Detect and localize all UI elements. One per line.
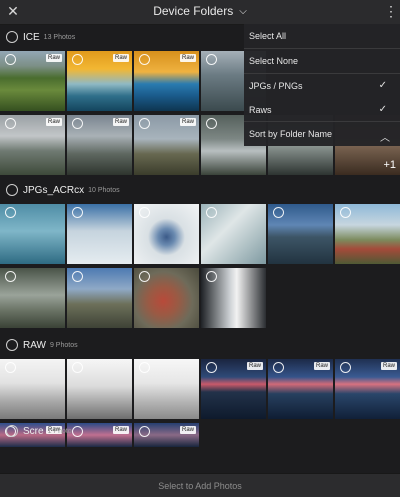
photo-thumbnail[interactable] [0, 204, 65, 264]
select-circle[interactable] [72, 271, 83, 282]
photo-thumbnail[interactable] [335, 204, 400, 264]
folder-select-circle[interactable] [6, 184, 18, 196]
menu-item-select-none[interactable]: Select None [244, 49, 400, 73]
top-bar: ✕ Device Folders ⌵ ⋮ [0, 0, 400, 25]
photo-thumbnail[interactable]: Raw [0, 51, 65, 111]
select-circle[interactable] [273, 207, 284, 218]
chevron-up-icon: ︿ [380, 133, 390, 144]
photo-thumbnail[interactable]: Raw [335, 359, 400, 419]
folder-count: 13 Photos [43, 33, 76, 41]
photo-thumbnail[interactable] [201, 204, 266, 264]
photo-thumbnail[interactable] [67, 268, 132, 328]
folder-selector[interactable]: Device Folders ⌵ [0, 4, 400, 18]
select-circle[interactable] [5, 362, 16, 373]
raw-badge: Raw [179, 54, 196, 62]
photo-thumbnail[interactable] [134, 268, 199, 328]
options-menu: Select All Select None JPGs / PNGs ✓ Raw… [244, 24, 400, 146]
photo-thumbnail[interactable] [67, 359, 132, 419]
photo-thumbnail[interactable]: Raw [134, 51, 199, 111]
more-vertical-icon[interactable]: ⋮ [384, 3, 398, 19]
raw-badge: Raw [246, 362, 263, 370]
folder-header-raw[interactable]: RAW 9 Photos [0, 333, 400, 357]
checkmark-icon: ✓ [378, 104, 387, 115]
raw-badge: Raw [112, 118, 129, 126]
raw-badge: Raw [112, 54, 129, 62]
photo-thumbnail[interactable] [201, 268, 266, 328]
select-circle[interactable] [206, 118, 217, 129]
select-circle[interactable] [72, 207, 83, 218]
menu-item-select-all[interactable]: Select All [244, 24, 400, 48]
raw-badge: Raw [45, 54, 62, 62]
photo-thumbnail[interactable]: Raw [67, 115, 132, 175]
raw-badge: Raw [380, 362, 397, 370]
folder-select-circle[interactable] [6, 31, 18, 43]
menu-item-jpgs-pngs[interactable]: JPGs / PNGs ✓ [244, 74, 400, 98]
select-circle[interactable] [273, 362, 284, 373]
checkmark-icon: ✓ [378, 80, 387, 91]
folder-count: 9 Photos [49, 341, 78, 349]
folder-name: ICE [23, 31, 40, 43]
select-circle[interactable] [72, 54, 83, 65]
add-photos-bar[interactable]: Select to Add Photos [0, 473, 400, 497]
select-circle[interactable] [5, 271, 16, 282]
select-circle[interactable] [206, 271, 217, 282]
folder-name: Scre [23, 425, 44, 437]
photo-thumbnail[interactable] [0, 359, 65, 419]
select-circle[interactable] [139, 54, 150, 65]
more-photos-count: +1 [383, 159, 396, 171]
select-circle[interactable] [139, 118, 150, 129]
folder-select-circle[interactable] [6, 425, 18, 437]
select-circle[interactable] [340, 207, 351, 218]
raw-badge: Raw [45, 118, 62, 126]
raw-badge: Raw [313, 362, 330, 370]
photo-thumbnail[interactable] [0, 268, 65, 328]
chevron-down-icon: ⌵ [239, 6, 247, 17]
folder-name: RAW [23, 339, 46, 351]
add-photos-label: Select to Add Photos [158, 480, 242, 491]
select-circle[interactable] [340, 362, 351, 373]
select-circle[interactable] [139, 271, 150, 282]
photo-thumbnail[interactable] [134, 204, 199, 264]
menu-item-raws[interactable]: Raws ✓ [244, 98, 400, 122]
select-circle[interactable] [206, 207, 217, 218]
select-circle[interactable] [5, 118, 16, 129]
select-circle[interactable] [72, 362, 83, 373]
folder-count: 10 Photos [88, 186, 120, 194]
photo-thumbnail[interactable]: Raw [134, 115, 199, 175]
page-title: Device Folders [153, 4, 234, 18]
raw-badge: Raw [179, 118, 196, 126]
photo-thumbnail[interactable] [67, 204, 132, 264]
folder-name: JPGs_ACRcx [23, 184, 85, 196]
select-circle[interactable] [206, 54, 217, 65]
photo-thumbnail[interactable]: Raw [201, 359, 266, 419]
photo-thumbnail[interactable] [268, 204, 333, 264]
folder-header-jpgs[interactable]: JPGs_ACRcx 10 Photos [0, 178, 400, 202]
select-circle[interactable] [206, 362, 217, 373]
photo-thumbnail[interactable]: Raw [268, 359, 333, 419]
folder-select-circle[interactable] [6, 339, 18, 351]
select-circle[interactable] [5, 207, 16, 218]
menu-item-sort-folder-name[interactable]: Sort by Folder Name ︿ [244, 122, 400, 146]
select-circle[interactable] [5, 54, 16, 65]
select-circle[interactable] [139, 362, 150, 373]
photo-thumbnail[interactable]: Raw [0, 115, 65, 175]
photo-thumbnail[interactable]: Raw [67, 51, 132, 111]
select-circle[interactable] [139, 207, 150, 218]
photo-thumbnail[interactable] [134, 359, 199, 419]
folder-header-scre[interactable]: Scre 1 Photo [0, 419, 400, 443]
select-circle[interactable] [72, 118, 83, 129]
folder-count: 1 Photo [47, 427, 72, 435]
